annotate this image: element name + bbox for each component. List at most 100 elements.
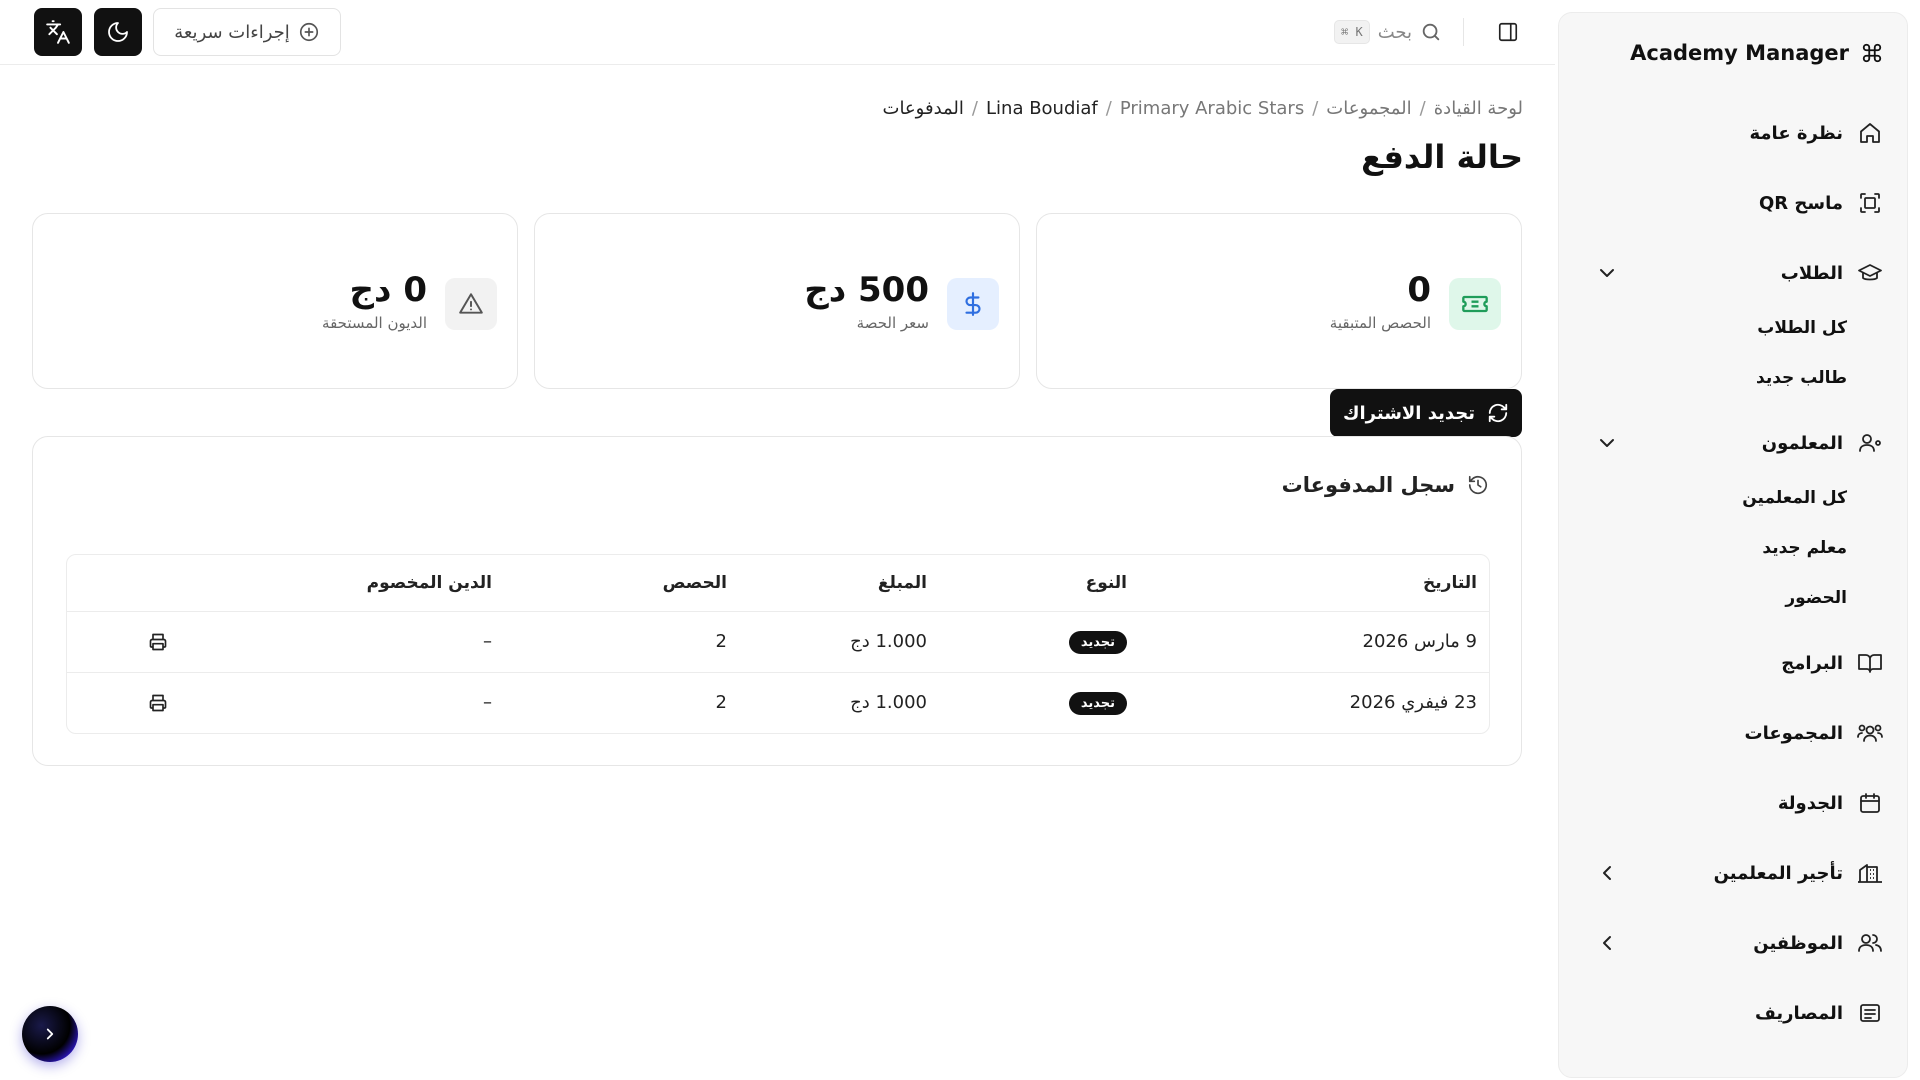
users-group-icon <box>1857 720 1883 746</box>
cell-date: 23 فيفري 2026 <box>1349 692 1477 714</box>
breadcrumb-student[interactable]: Lina Boudiaf <box>986 98 1098 119</box>
breadcrumb-separator: / <box>1105 98 1112 119</box>
translate-icon <box>45 19 71 45</box>
sidebar: Academy Manager نظرة عامة ماسح QR الطلاب… <box>1558 12 1908 1078</box>
topbar: إجراءات سريعة بحث ⌘ K <box>0 0 1555 65</box>
panel-icon <box>1497 21 1519 43</box>
stat-card-remaining-sessions: 0 الحصص المتبقية <box>1036 213 1522 389</box>
user-cog-icon <box>1857 430 1883 456</box>
home-icon <box>1857 120 1883 146</box>
assistant-fab[interactable] <box>22 1006 78 1062</box>
refresh-icon <box>1487 402 1509 424</box>
sidebar-subitem-all-students[interactable]: كل الطلاب <box>1757 311 1847 345</box>
printer-icon <box>148 632 168 652</box>
sidebar-subitem-all-teachers[interactable]: كل المعلمين <box>1742 481 1847 515</box>
stat-value: 0 دج <box>349 270 427 310</box>
sidebar-item-qr-scanner[interactable]: ماسح QR <box>1583 181 1883 225</box>
scan-icon <box>1857 190 1883 216</box>
sidebar-item-label: تأجير المعلمين <box>1713 862 1843 884</box>
quick-actions-label: إجراءات سريعة <box>174 21 290 43</box>
search-icon <box>1420 21 1442 43</box>
cell-actions <box>67 611 249 673</box>
breadcrumb-separator: / <box>971 98 978 119</box>
col-actions <box>67 555 249 612</box>
sidebar-subitem-attendance[interactable]: الحضور <box>1785 581 1847 615</box>
breadcrumb-current: المدفوعات <box>882 98 964 119</box>
chevron-right-icon <box>41 1025 59 1043</box>
breadcrumb: لوحة القيادة / المجموعات / Primary Arabi… <box>883 98 1524 119</box>
cell-type: تجديد <box>939 611 1139 673</box>
topbar-divider <box>1463 18 1464 46</box>
ticket-icon <box>1449 278 1501 330</box>
cell-date: 9 مارس 2026 <box>1139 611 1489 673</box>
breadcrumb-separator: / <box>1419 98 1426 119</box>
calendar-icon <box>1857 790 1883 816</box>
sidebar-item-groups[interactable]: المجموعات <box>1583 711 1883 755</box>
alert-triangle-icon <box>445 278 497 330</box>
brand[interactable]: Academy Manager <box>1630 41 1883 65</box>
sidebar-toggle-button[interactable] <box>1494 18 1522 46</box>
sidebar-item-label: الطلاب <box>1780 262 1843 284</box>
sidebar-item-staff[interactable]: الموظفين <box>1583 921 1883 965</box>
payment-history-card: سجل المدفوعات التاريخ النوع المبلغ الحصص… <box>32 436 1522 766</box>
sidebar-item-label: المعلمون <box>1761 432 1843 454</box>
sidebar-item-teachers[interactable]: المعلمون <box>1583 421 1883 465</box>
plus-circle-icon <box>298 21 320 43</box>
chevron-left-icon[interactable] <box>1595 861 1619 885</box>
type-badge: تجديد <box>1068 691 1127 715</box>
search-input[interactable]: بحث ⌘ K <box>1318 14 1442 50</box>
renew-subscription-label: تجديد الاشتراك <box>1342 402 1476 424</box>
sidebar-item-teacher-rental[interactable]: تأجير المعلمين <box>1583 851 1883 895</box>
sidebar-subitem-new-student[interactable]: طالب جديد <box>1756 361 1847 395</box>
language-button[interactable] <box>34 8 82 56</box>
sidebar-item-label: الجدولة <box>1777 792 1843 814</box>
stat-value: 0 <box>1407 270 1431 310</box>
chevron-down-icon[interactable] <box>1595 431 1619 455</box>
sidebar-item-expenses[interactable]: المصاريف <box>1583 991 1883 1035</box>
theme-toggle-button[interactable] <box>94 8 142 56</box>
command-icon <box>1861 42 1883 64</box>
sidebar-item-students[interactable]: الطلاب <box>1583 251 1883 295</box>
chevron-left-icon[interactable] <box>1595 931 1619 955</box>
cell-amount: 1.000 دج <box>850 692 927 714</box>
cell-type: تجديد <box>939 672 1139 733</box>
cell-actions <box>67 672 249 733</box>
sidebar-subitem-new-teacher[interactable]: معلم جديد <box>1762 531 1847 565</box>
search-shortcut: ⌘ K <box>1334 20 1370 44</box>
sidebar-item-overview[interactable]: نظرة عامة <box>1583 111 1883 155</box>
print-button[interactable] <box>79 632 237 652</box>
app-name: Academy Manager <box>1630 41 1849 65</box>
sidebar-item-label: نظرة عامة <box>1749 122 1844 144</box>
breadcrumb-group[interactable]: Primary Arabic Stars <box>1120 98 1304 119</box>
chevron-down-icon[interactable] <box>1595 261 1619 285</box>
search-label: بحث <box>1377 21 1412 43</box>
col-sessions: الحصص <box>504 555 739 612</box>
sidebar-item-label: الموظفين <box>1753 932 1843 954</box>
stat-label: الحصص المتبقية <box>1329 314 1431 332</box>
table-row: 23 فيفري 2026 تجديد 1.000 دج 2 – <box>67 672 1489 733</box>
col-debt-deducted: الدين المخصوم <box>249 555 504 612</box>
cell-sessions: 2 <box>504 611 739 673</box>
sidebar-item-programs[interactable]: البرامج <box>1583 641 1883 685</box>
quick-actions-button[interactable]: إجراءات سريعة <box>153 8 341 56</box>
sidebar-item-label: ماسح QR <box>1758 192 1843 214</box>
breadcrumb-dashboard[interactable]: لوحة القيادة <box>1434 98 1523 119</box>
print-button[interactable] <box>79 693 237 713</box>
stat-value: 500 دج <box>804 270 929 310</box>
stat-card-session-price: 500 دج سعر الحصة <box>534 213 1020 389</box>
sidebar-item-label: البرامج <box>1781 652 1843 674</box>
stat-card-outstanding-debt: 0 دج الديون المستحقة <box>32 213 518 389</box>
renew-subscription-button[interactable]: تجديد الاشتراك <box>1330 389 1522 437</box>
building-icon <box>1857 860 1883 886</box>
users-icon <box>1857 930 1883 956</box>
col-type: النوع <box>939 555 1139 612</box>
cell-amount: 1.000 دج <box>739 611 939 673</box>
dollar-icon <box>947 278 999 330</box>
sidebar-item-schedule[interactable]: الجدولة <box>1583 781 1883 825</box>
breadcrumb-groups[interactable]: المجموعات <box>1326 98 1411 119</box>
cell-debt: – <box>483 692 492 714</box>
type-badge: تجديد <box>1068 630 1127 654</box>
payment-history-title: سجل المدفوعات <box>1282 473 1489 497</box>
breadcrumb-separator: / <box>1312 98 1319 119</box>
sidebar-item-label: المصاريف <box>1754 1002 1843 1024</box>
